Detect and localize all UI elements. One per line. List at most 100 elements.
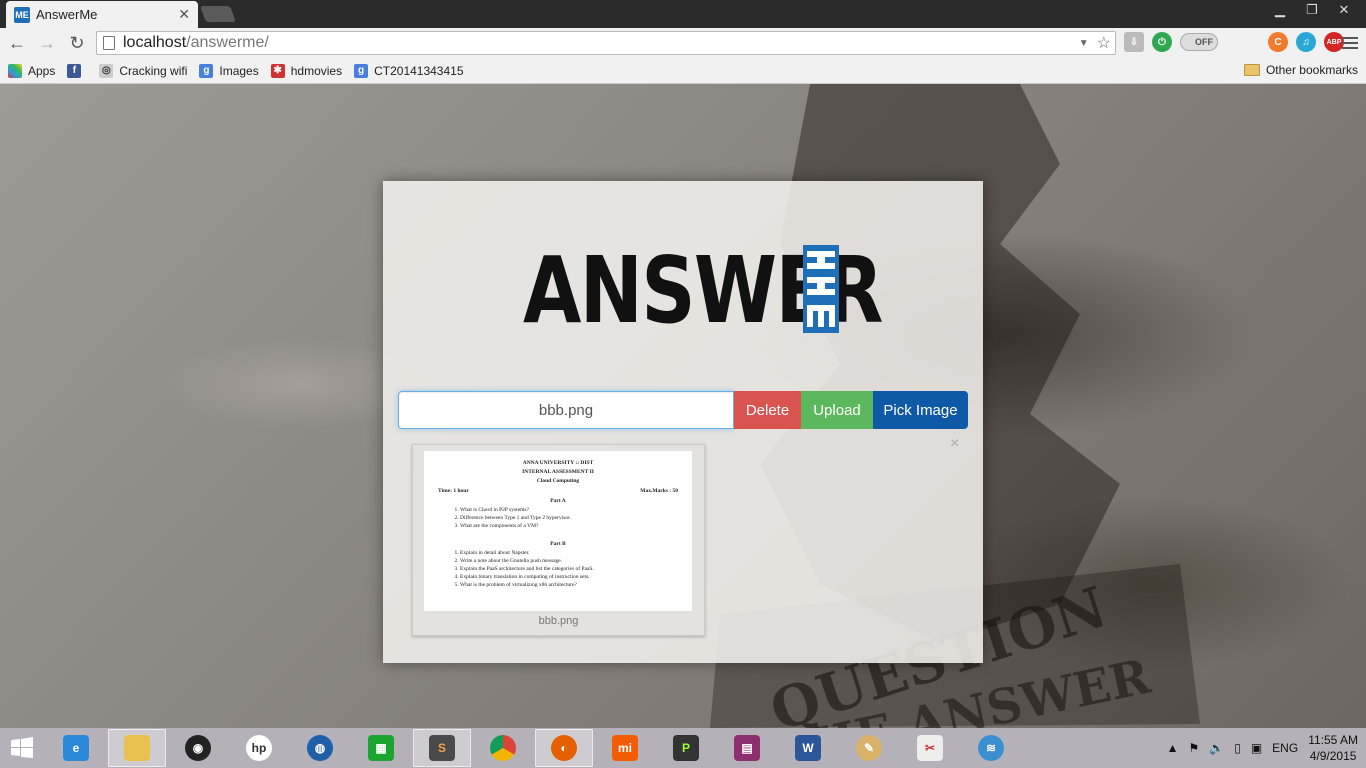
list-item: Explain the PaaS architecture and list t… bbox=[460, 566, 682, 572]
back-icon[interactable]: ← bbox=[4, 30, 30, 56]
globe-icon: ◍ bbox=[307, 735, 333, 761]
language-indicator[interactable]: ENG bbox=[1272, 741, 1298, 755]
doc-part-a-list: What is Chord in P2P systems? Difference… bbox=[460, 507, 682, 529]
system-tray: ▲ ⚑ 🔈 ▯ ▣ ENG 11:55 AM 4/9/2015 bbox=[1167, 728, 1358, 768]
taskbar-hp[interactable]: hp bbox=[230, 729, 288, 767]
camera-icon: ◉ bbox=[185, 735, 211, 761]
clock[interactable]: 11:55 AM 4/9/2015 bbox=[1308, 732, 1358, 764]
taskbar-store[interactable]: ▦ bbox=[352, 729, 410, 767]
taskbar-word[interactable]: W bbox=[779, 729, 837, 767]
folder-icon bbox=[1243, 64, 1260, 76]
taskbar-paint[interactable]: ✎ bbox=[840, 729, 898, 767]
taskbar-camera[interactable]: ◉ bbox=[169, 729, 227, 767]
doc-university: ANNA UNIVERSITY :: DIST bbox=[522, 460, 594, 466]
winrar-icon: ▤ bbox=[734, 735, 760, 761]
remove-preview-icon[interactable]: × bbox=[950, 435, 959, 453]
bookmark-ct[interactable]: g CT20141343415 bbox=[354, 63, 464, 78]
restore-icon[interactable]: ❐ bbox=[1296, 0, 1328, 20]
bookmark-images[interactable]: g Images bbox=[199, 63, 259, 78]
clock-time: 11:55 AM bbox=[1308, 733, 1358, 747]
pick-image-button[interactable]: Pick Image bbox=[873, 391, 968, 429]
list-item: What is the problem of virtualizing x86 … bbox=[460, 582, 682, 588]
power-icon[interactable]: ⏻ bbox=[1152, 32, 1172, 52]
url-path: /answerme/ bbox=[186, 34, 269, 51]
dropdown-arrow-icon[interactable]: ▼ bbox=[1079, 38, 1089, 49]
bookmark-label: Images bbox=[219, 63, 259, 78]
list-item: What are the components of a VM? bbox=[460, 523, 682, 529]
taskbar-mi[interactable]: mi bbox=[596, 729, 654, 767]
file-name-field[interactable]: bbb.png bbox=[398, 391, 734, 429]
new-tab-button[interactable] bbox=[200, 6, 236, 22]
snipping-tool-icon: ✂ bbox=[917, 735, 943, 761]
flag-icon[interactable]: ⚑ bbox=[1189, 741, 1200, 755]
page-icon bbox=[103, 36, 115, 50]
taskbar-snipping[interactable]: ✂ bbox=[901, 729, 959, 767]
other-bookmarks[interactable]: Other bookmarks bbox=[1243, 63, 1358, 77]
network-icon[interactable]: ▣ bbox=[1251, 741, 1262, 755]
bookmark-label: hdmovies bbox=[290, 63, 343, 78]
tab-close-icon[interactable]: ✕ bbox=[178, 6, 190, 23]
logo-me-mark-icon bbox=[803, 245, 839, 333]
list-item: Explain binary translation in computing … bbox=[460, 574, 682, 580]
taskbar-sublime[interactable]: S bbox=[413, 729, 471, 767]
forward-icon[interactable]: → bbox=[34, 30, 60, 56]
taskbar-pp[interactable]: P bbox=[657, 729, 715, 767]
paint-icon: ✎ bbox=[856, 735, 882, 761]
taskbar-file-explorer[interactable] bbox=[108, 729, 166, 767]
bookmark-facebook[interactable]: f bbox=[67, 63, 87, 78]
browser-tab[interactable]: ME AnswerMe ✕ bbox=[6, 1, 198, 28]
list-item: Write a note about the Gnutella push mes… bbox=[460, 558, 682, 564]
delete-button[interactable]: Delete bbox=[734, 391, 801, 429]
bookmark-label: Cracking wifi bbox=[119, 63, 188, 78]
file-uploader: bbb.png Delete Upload Pick Image bbox=[398, 391, 968, 429]
facebook-icon: f bbox=[67, 63, 82, 78]
page-viewport: QUESTION THE ANSWER ANSWER bbb.png Delet… bbox=[0, 84, 1366, 728]
doc-subject: Cloud Computing bbox=[536, 478, 580, 484]
extension-icons: ⇩ ⏻ OFF C ♫ ABP bbox=[1124, 32, 1344, 52]
minimize-icon[interactable]: ▁ bbox=[1264, 0, 1296, 20]
list-item: What is Chord in P2P systems? bbox=[460, 507, 682, 513]
bookmark-apps[interactable]: Apps bbox=[8, 63, 56, 78]
browser-toolbar: ← → ↻ localhost/answerme/ ▼ ☆ ⇩ ⏻ OFF C … bbox=[0, 28, 1366, 58]
taskbar-firefox[interactable]: ◐ bbox=[535, 729, 593, 767]
taskbar-winrar[interactable]: ▤ bbox=[718, 729, 776, 767]
chrome-menu-icon[interactable] bbox=[1342, 34, 1358, 52]
bookmark-label: Apps bbox=[28, 63, 56, 78]
hp-icon: hp bbox=[246, 735, 272, 761]
taskbar-internet-explorer[interactable]: e bbox=[47, 729, 105, 767]
preview-document: ANNA UNIVERSITY :: DIST INTERNAL ASSESSM… bbox=[424, 451, 692, 611]
battery-icon[interactable]: ▯ bbox=[1234, 741, 1241, 755]
doc-time: Time: 1 hour bbox=[438, 488, 469, 494]
mi-icon: mi bbox=[612, 735, 638, 761]
list-item: Explain in detail about Napster. bbox=[460, 550, 682, 556]
internet-explorer-icon: e bbox=[63, 735, 89, 761]
adblock-icon[interactable]: ABP bbox=[1324, 32, 1344, 52]
bookmark-star-icon[interactable]: ☆ bbox=[1097, 33, 1111, 53]
answerme-favicon-icon: ME bbox=[14, 6, 30, 23]
headphones-icon[interactable]: ♫ bbox=[1296, 32, 1316, 52]
doc-part-a: Part A bbox=[550, 498, 566, 504]
taskbar-globe[interactable]: ◍ bbox=[291, 729, 349, 767]
taskbar-chrome[interactable] bbox=[474, 729, 532, 767]
show-hidden-icons-icon[interactable]: ▲ bbox=[1167, 741, 1179, 755]
window-controls: ▁ ❐ ✕ bbox=[1264, 0, 1360, 20]
tab-title: AnswerMe bbox=[36, 7, 98, 22]
bookmark-cracking-wifi[interactable]: ◎ Cracking wifi bbox=[99, 63, 188, 78]
windows-taskbar: e ◉ hp ◍ ▦ S ◐ mi P ▤ W ✎ ✂ ≋ ▲ ⚑ 🔈 ▯ ▣ … bbox=[0, 728, 1366, 768]
taskbar-hotspot[interactable]: ≋ bbox=[962, 729, 1020, 767]
reload-extension-icon[interactable]: C bbox=[1268, 32, 1288, 52]
download-tray-icon[interactable]: ⇩ bbox=[1124, 32, 1144, 52]
start-button[interactable] bbox=[0, 728, 44, 768]
google-icon: g bbox=[199, 63, 214, 78]
reload-icon[interactable]: ↻ bbox=[64, 30, 90, 56]
extension-toggle[interactable]: OFF bbox=[1180, 33, 1218, 51]
answerme-logo: ANSWER bbox=[523, 243, 883, 339]
upload-card: ANSWER bbb.png Delete Upload Pick Image … bbox=[383, 181, 983, 663]
windows-logo-icon bbox=[11, 737, 33, 758]
address-bar[interactable]: localhost/answerme/ ▼ ☆ bbox=[96, 31, 1116, 55]
close-window-icon[interactable]: ✕ bbox=[1328, 0, 1360, 20]
volume-icon[interactable]: 🔈 bbox=[1209, 741, 1224, 755]
upload-button[interactable]: Upload bbox=[801, 391, 873, 429]
doc-part-b: Part B bbox=[550, 541, 566, 547]
bookmark-hdmovies[interactable]: ✱ hdmovies bbox=[270, 63, 343, 78]
